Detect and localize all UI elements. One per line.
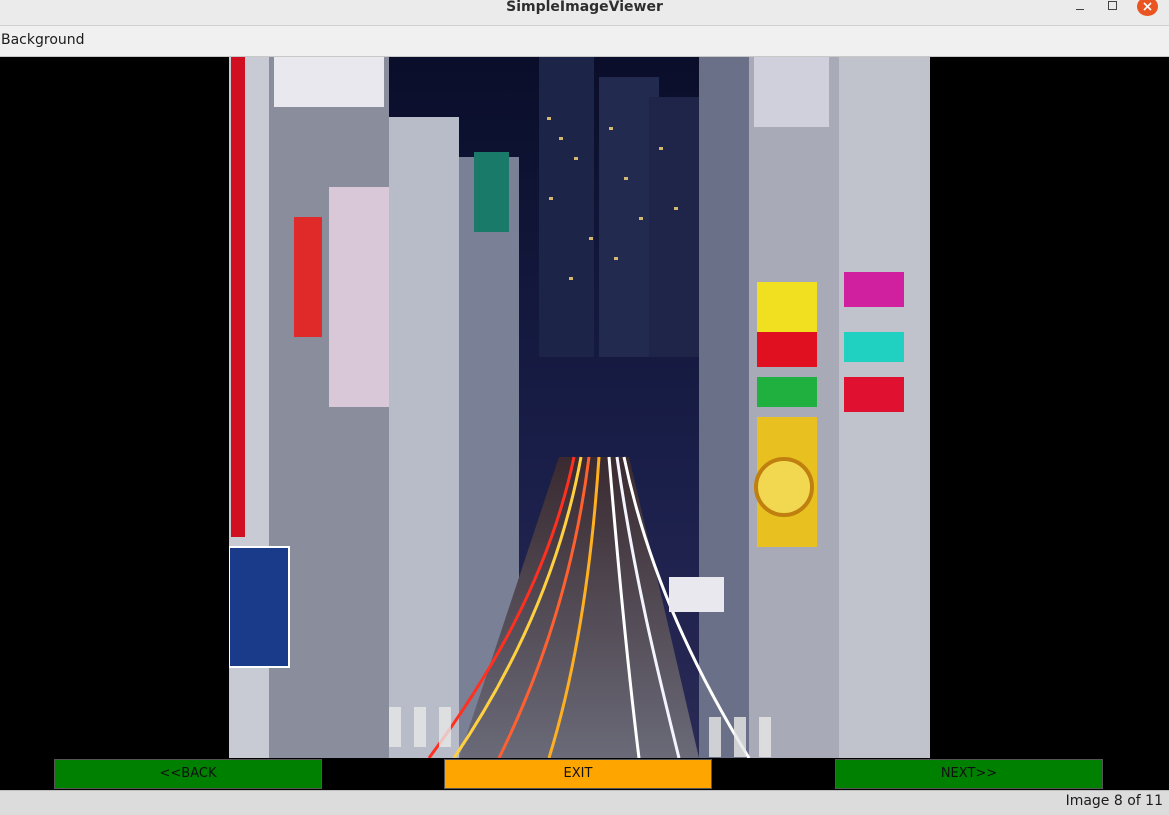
status-bar: Image 8 of 11 bbox=[0, 790, 1169, 815]
maximize-icon bbox=[1108, 1, 1117, 10]
next-button[interactable]: NEXT>> bbox=[835, 759, 1103, 789]
menu-background[interactable]: Background bbox=[1, 32, 85, 48]
menu-bar: Background bbox=[0, 26, 1169, 57]
window-title: SimpleImageViewer bbox=[506, 0, 663, 15]
exit-button[interactable]: EXIT bbox=[444, 759, 712, 789]
close-icon bbox=[1143, 2, 1152, 11]
photo-canvas bbox=[229, 57, 930, 758]
back-button[interactable]: <<BACK bbox=[54, 759, 322, 789]
image-counter: Image 8 of 11 bbox=[1065, 793, 1163, 809]
title-bar: SimpleImageViewer bbox=[0, 0, 1169, 26]
city-night-photo bbox=[229, 57, 930, 758]
minimize-button[interactable] bbox=[1070, 0, 1090, 16]
maximize-button[interactable] bbox=[1102, 0, 1122, 16]
image-stage bbox=[0, 57, 1169, 758]
minimize-icon bbox=[1076, 9, 1084, 10]
